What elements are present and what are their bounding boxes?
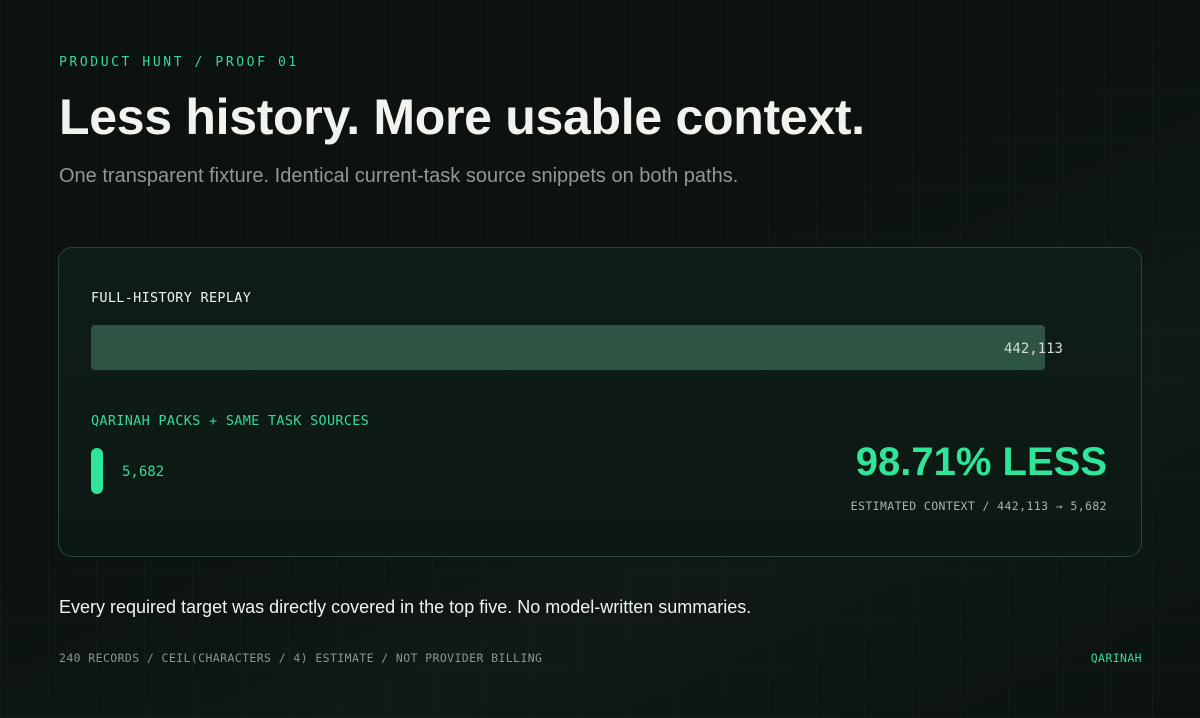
summary-text: Every required target was directly cover… [59, 597, 752, 617]
reduction-stat: 98.71% LESS [855, 440, 1107, 484]
page-subtitle: One transparent fixture. Identical curre… [59, 165, 739, 187]
qarinah-bar [91, 448, 103, 494]
eyebrow-label: PRODUCT HUNT / PROOF 01 [59, 55, 299, 70]
qarinah-label: QARINAH PACKS + SAME TASK SOURCES [91, 413, 370, 429]
full-history-bar [91, 325, 1045, 370]
qarinah-value: 5,682 [122, 464, 165, 480]
reduction-caption: ESTIMATED CONTEXT / 442,113 → 5,682 [850, 499, 1107, 513]
full-history-label: FULL-HISTORY REPLAY [91, 290, 252, 306]
brand-label: QARINAH [1090, 651, 1142, 665]
method-note: 240 RECORDS / CEIL(CHARACTERS / 4) ESTIM… [59, 651, 543, 665]
page-title: Less history. More usable context. [59, 89, 865, 145]
comparison-card: FULL-HISTORY REPLAY 442,113 QARINAH PACK… [58, 247, 1142, 557]
full-history-value: 442,113 [1003, 341, 1063, 357]
